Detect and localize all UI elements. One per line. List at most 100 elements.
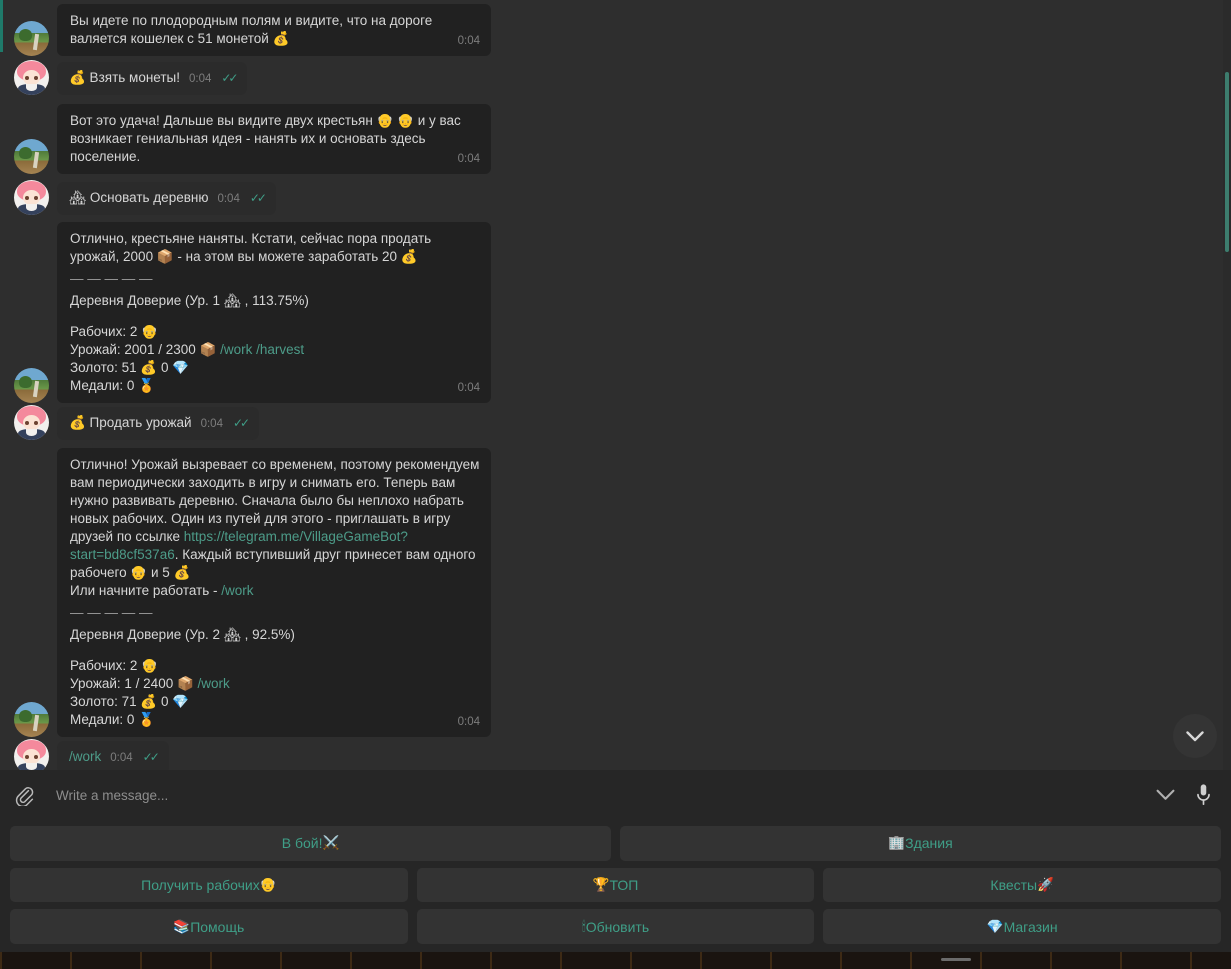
command-link[interactable]: /work xyxy=(221,583,253,598)
chevron-down-icon xyxy=(1156,789,1174,800)
harvest-emoji: 📦 xyxy=(199,342,217,357)
medal-emoji: 🏅 xyxy=(138,378,155,393)
stat-line: Рабочих: 2 👴 xyxy=(70,324,158,339)
message-text: 💰 Продать урожай xyxy=(69,415,192,430)
button-label: Обновить xyxy=(585,918,650,935)
stat-line: Урожай: 1 / 2400 📦 /work xyxy=(70,676,230,691)
message-bubble-village-status[interactable]: Отлично, крестьяне наняты. Кстати, сейча… xyxy=(57,222,491,403)
read-receipt-icon: ✓✓ xyxy=(249,191,267,205)
stat-line: Рабочих: 2 👴 xyxy=(70,658,158,673)
message-time: 0:04 xyxy=(110,752,133,764)
microphone-icon xyxy=(1196,784,1210,806)
message-bubble-outgoing[interactable]: 💰 Продать урожай 0:04 ✓✓ xyxy=(57,407,260,440)
message-bubble-outgoing[interactable]: /work 0:04 ✓✓ xyxy=(57,741,169,770)
keyboard-row: Получить рабочих 👴 🏆 ТОП Квесты 🚀 xyxy=(10,867,1222,903)
status-intro-text: Отлично! Урожай вызревает со временем, п… xyxy=(70,457,480,580)
message-row: 💰 Продать урожай 0:04 ✓✓ xyxy=(0,405,260,440)
emoji-keyboard-toggle[interactable] xyxy=(1151,781,1179,809)
medal-emoji: 🏅 xyxy=(138,712,155,727)
attach-button[interactable] xyxy=(10,781,38,809)
message-time: 0:04 xyxy=(457,153,480,165)
keyboard-row: В бой! ⚔️ 🏢 Здания xyxy=(10,826,1221,861)
message-text: 💰 Взять монеты! xyxy=(69,70,180,85)
scroll-to-bottom-button[interactable] xyxy=(1173,714,1217,758)
avatar-bot[interactable] xyxy=(14,21,49,56)
telegram-chat-window: Вы идете по плодородным полям и видите, … xyxy=(0,0,1231,969)
paperclip-icon xyxy=(15,786,33,806)
status-intro-text: Отлично, крестьяне наняты. Кстати, сейча… xyxy=(70,231,432,264)
message-time: 0:04 xyxy=(457,382,480,394)
message-row: Отлично, крестьяне наняты. Кстати, сейча… xyxy=(0,222,491,403)
button-label: Здания xyxy=(905,835,953,852)
left-accent-strip xyxy=(0,0,3,52)
keyboard-button-top[interactable]: 🏆 ТОП xyxy=(416,867,815,903)
gem-icon: 💎 xyxy=(986,918,1004,934)
button-label: Помощь xyxy=(190,918,245,935)
keyboard-row: 📚 Помощь 🕯 Обновить 💎 Магазин xyxy=(10,909,1222,945)
chat-scrollbar-thumb[interactable] xyxy=(1225,72,1229,252)
message-text[interactable]: /work xyxy=(69,748,101,766)
message-text: Вот это удача! Дальше вы видите двух кре… xyxy=(70,113,465,164)
village-name-line: Деревня Доверие (Ур. 2 🏘 , 92.5%) xyxy=(70,627,295,642)
message-bubble-outgoing[interactable]: 💰 Взять монеты! 0:04 ✓✓ xyxy=(57,62,248,95)
gold-emoji: 💰 0 💎 xyxy=(140,360,190,375)
keyboard-button-quests[interactable]: Квесты 🚀 xyxy=(823,867,1222,903)
message-bubble-incoming[interactable]: Вот это удача! Дальше вы видите двух кре… xyxy=(57,104,491,174)
message-row: Вы идете по плодородным полям и видите, … xyxy=(0,4,491,56)
keyboard-button-refresh[interactable]: 🕯 Обновить xyxy=(416,909,815,945)
stat-line: Золото: 51 💰 0 💎 xyxy=(70,360,190,375)
keyboard-button-buildings[interactable]: 🏢 Здания xyxy=(620,826,1221,861)
chevron-down-icon xyxy=(1186,730,1204,741)
message-input[interactable]: Write a message... xyxy=(48,788,1141,803)
building-icon: 🏢 xyxy=(888,835,906,851)
message-text: Вы идете по плодородным полям и видите, … xyxy=(70,13,437,46)
keyboard-button-shop[interactable]: 💎 Магазин xyxy=(823,909,1222,945)
stat-line: Медали: 0 🏅 xyxy=(70,378,155,393)
stat-line: Урожай: 2001 / 2300 📦 /work /harvest xyxy=(70,342,305,357)
message-time: 0:04 xyxy=(188,73,212,85)
books-icon: 📚 xyxy=(173,918,191,934)
message-row: /work 0:04 ✓✓ xyxy=(0,739,169,770)
keyboard-button-get-workers[interactable]: Получить рабочих 👴 xyxy=(10,867,408,903)
voice-record-button[interactable] xyxy=(1189,781,1217,809)
gold-emoji: 💰 0 💎 xyxy=(140,694,190,709)
chat-message-list[interactable]: Вы идете по плодородным полям и видите, … xyxy=(0,0,1231,770)
keyboard-button-help[interactable]: 📚 Помощь xyxy=(10,909,408,945)
worker-emoji: 👴 xyxy=(141,658,158,673)
command-link[interactable]: /work /harvest xyxy=(220,342,304,357)
harvest-emoji: 📦 xyxy=(176,676,194,691)
read-receipt-icon: ✓✓ xyxy=(221,71,238,85)
avatar-user[interactable] xyxy=(14,180,49,215)
home-indicator[interactable] xyxy=(940,958,971,961)
keyboard-button-battle[interactable]: В бой! ⚔️ xyxy=(10,826,611,861)
message-time: 0:04 xyxy=(457,35,480,47)
trophy-icon: 🏆 xyxy=(592,877,610,892)
avatar-user[interactable] xyxy=(14,405,49,440)
status-separator: — — — — — xyxy=(70,271,153,286)
command-link[interactable]: /work xyxy=(198,676,230,691)
button-label: ТОП xyxy=(609,877,639,893)
message-bubble-incoming[interactable]: Вы идете по плодородным полям и видите, … xyxy=(57,4,491,56)
avatar-bot[interactable] xyxy=(14,368,49,403)
message-time: 0:04 xyxy=(457,716,480,728)
message-bubble-village-status[interactable]: Отлично! Урожай вызревает со временем, п… xyxy=(57,448,491,737)
system-navigation-bar xyxy=(0,952,1231,969)
button-label: Магазин xyxy=(1003,918,1058,935)
read-receipt-icon: ✓✓ xyxy=(232,416,250,430)
avatar-user[interactable] xyxy=(14,60,49,95)
message-composer: Write a message... xyxy=(0,770,1231,820)
work-hint-line: Или начните работать - /work xyxy=(70,583,254,598)
avatar-bot[interactable] xyxy=(14,702,49,737)
avatar-bot[interactable] xyxy=(14,139,49,174)
avatar-user[interactable] xyxy=(14,739,49,770)
button-label: Квесты xyxy=(990,877,1038,893)
button-label: Получить рабочих xyxy=(141,877,260,893)
message-bubble-outgoing[interactable]: 🏘 Основать деревню 0:04 ✓✓ xyxy=(57,182,276,215)
message-text: 🏘 Основать деревню xyxy=(69,190,209,205)
message-time: 0:04 xyxy=(200,418,223,430)
message-row: 🏘 Основать деревню 0:04 ✓✓ xyxy=(0,180,276,215)
worker-icon: 👴 xyxy=(259,877,277,892)
crossed-swords-icon: ⚔️ xyxy=(322,835,340,851)
message-row: 💰 Взять монеты! 0:04 ✓✓ xyxy=(0,60,248,95)
reply-keyboard: В бой! ⚔️ 🏢 Здания Получить рабочих 👴 🏆 … xyxy=(0,820,1231,952)
